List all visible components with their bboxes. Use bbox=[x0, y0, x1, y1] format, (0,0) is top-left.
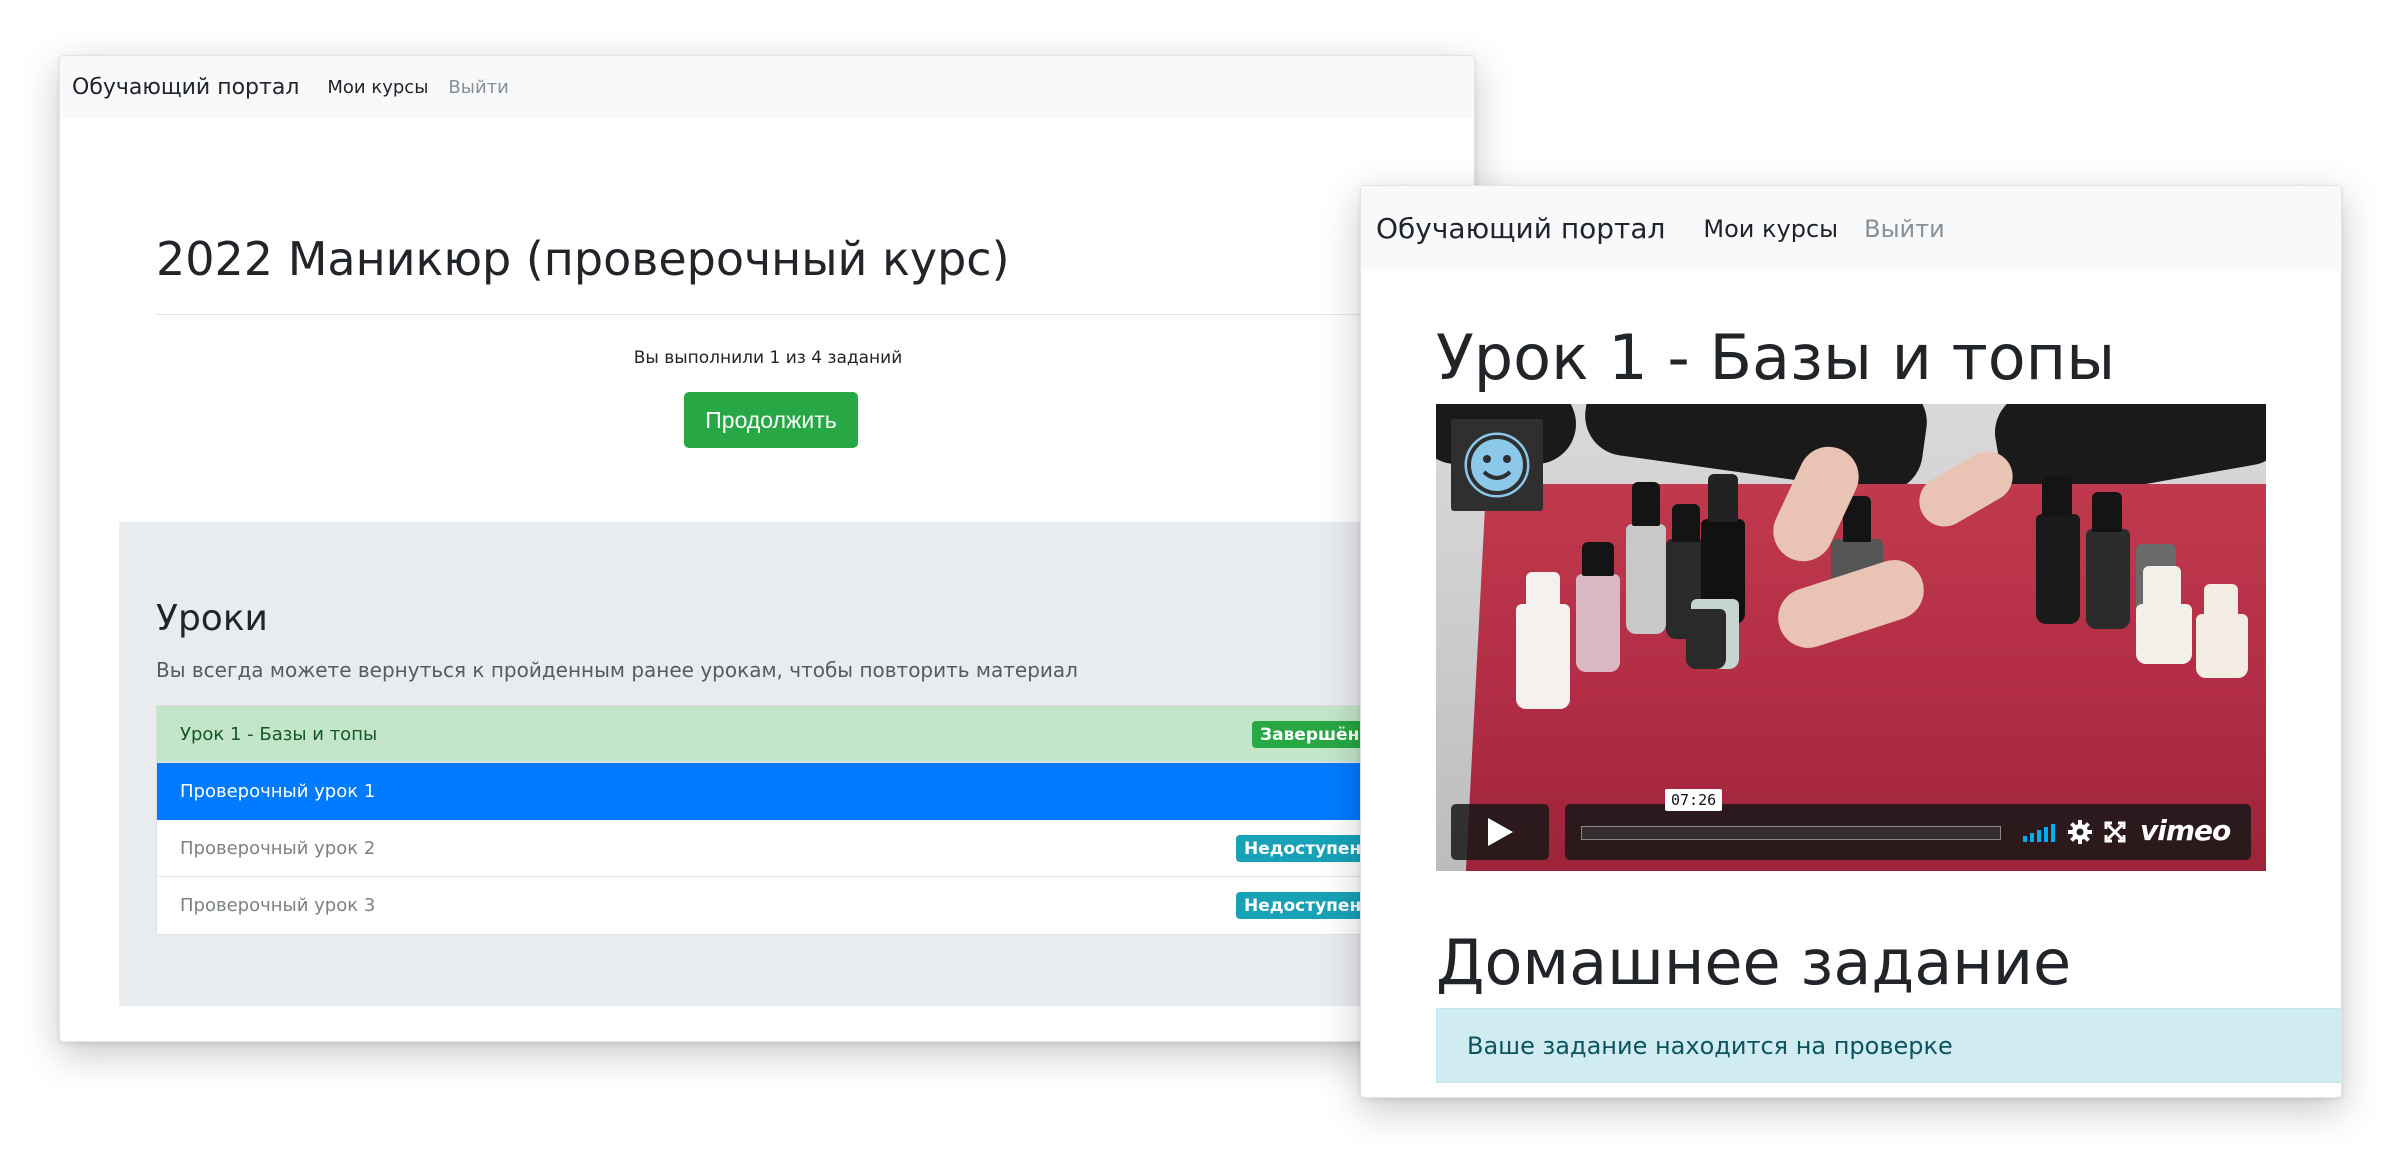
fullscreen-icon[interactable] bbox=[2100, 817, 2130, 847]
brand-link[interactable]: Обучающий портал bbox=[72, 75, 299, 100]
homework-heading: Домашнее задание bbox=[1436, 926, 2072, 999]
navbar: Обучающий портал Мои курсы Выйти bbox=[60, 56, 1474, 118]
lesson-label: Проверочный урок 1 bbox=[180, 780, 376, 802]
course-title: 2022 Маникюр (проверочный курс) bbox=[156, 232, 1010, 286]
video-controls: 07:26 vimeo bbox=[1451, 789, 2251, 860]
status-badge: Завершён bbox=[1252, 721, 1368, 748]
navbar: Обучающий портал Мои курсы Выйти bbox=[1361, 186, 2341, 271]
lesson-item[interactable]: Урок 1 - Базы и топы Завершён bbox=[157, 706, 1474, 763]
lesson-list: Урок 1 - Базы и топы Завершён Проверочны… bbox=[156, 705, 1474, 935]
lessons-description: Вы всегда можете вернуться к пройденным … bbox=[156, 658, 1078, 682]
nav-logout[interactable]: Выйти bbox=[448, 77, 508, 98]
lesson-window: Обучающий портал Мои курсы Выйти Урок 1 … bbox=[1360, 185, 2342, 1098]
time-label: 07:26 bbox=[1665, 789, 1723, 811]
video-frame bbox=[1436, 404, 2266, 871]
brand-link[interactable]: Обучающий портал bbox=[1376, 212, 1665, 245]
continue-button[interactable]: Продолжить bbox=[684, 392, 858, 448]
lesson-title: Урок 1 - Базы и топы bbox=[1436, 321, 2116, 394]
lesson-item[interactable]: Проверочный урок 2 Недоступен bbox=[157, 820, 1474, 877]
progress-track[interactable] bbox=[1581, 826, 2001, 840]
nav-logout[interactable]: Выйти bbox=[1864, 215, 1945, 243]
video-player[interactable]: 07:26 vimeo bbox=[1436, 404, 2266, 871]
course-window: Обучающий портал Мои курсы Выйти 2022 Ма… bbox=[59, 55, 1475, 1042]
volume-icon[interactable] bbox=[2023, 822, 2055, 842]
lessons-heading: Уроки bbox=[156, 598, 268, 639]
avatar-smiley-icon[interactable] bbox=[1451, 419, 1543, 511]
lesson-label: Проверочный урок 2 bbox=[180, 837, 376, 859]
divider bbox=[156, 314, 1456, 315]
lessons-panel: Уроки Вы всегда можете вернуться к пройд… bbox=[119, 522, 1474, 1006]
lesson-item[interactable]: Проверочный урок 3 Недоступен bbox=[157, 877, 1474, 934]
lesson-label: Урок 1 - Базы и топы bbox=[180, 723, 378, 745]
homework-status-alert: Ваше задание находится на проверке bbox=[1436, 1008, 2341, 1083]
settings-gear-icon[interactable] bbox=[2065, 817, 2095, 847]
nav-my-courses[interactable]: Мои курсы bbox=[1703, 215, 1838, 243]
vimeo-logo[interactable]: vimeo bbox=[2140, 814, 2231, 847]
play-button[interactable] bbox=[1451, 804, 1549, 860]
play-icon bbox=[1488, 818, 1513, 846]
lesson-label: Проверочный урок 3 bbox=[180, 895, 376, 916]
progress-text: Вы выполнили 1 из 4 заданий bbox=[633, 348, 903, 368]
nav-my-courses[interactable]: Мои курсы bbox=[327, 77, 428, 98]
control-bar: 07:26 vimeo bbox=[1565, 789, 2251, 860]
status-badge: Недоступен bbox=[1236, 892, 1370, 919]
lesson-item[interactable]: Проверочный урок 1 bbox=[157, 763, 1474, 820]
status-badge: Недоступен bbox=[1236, 835, 1370, 862]
